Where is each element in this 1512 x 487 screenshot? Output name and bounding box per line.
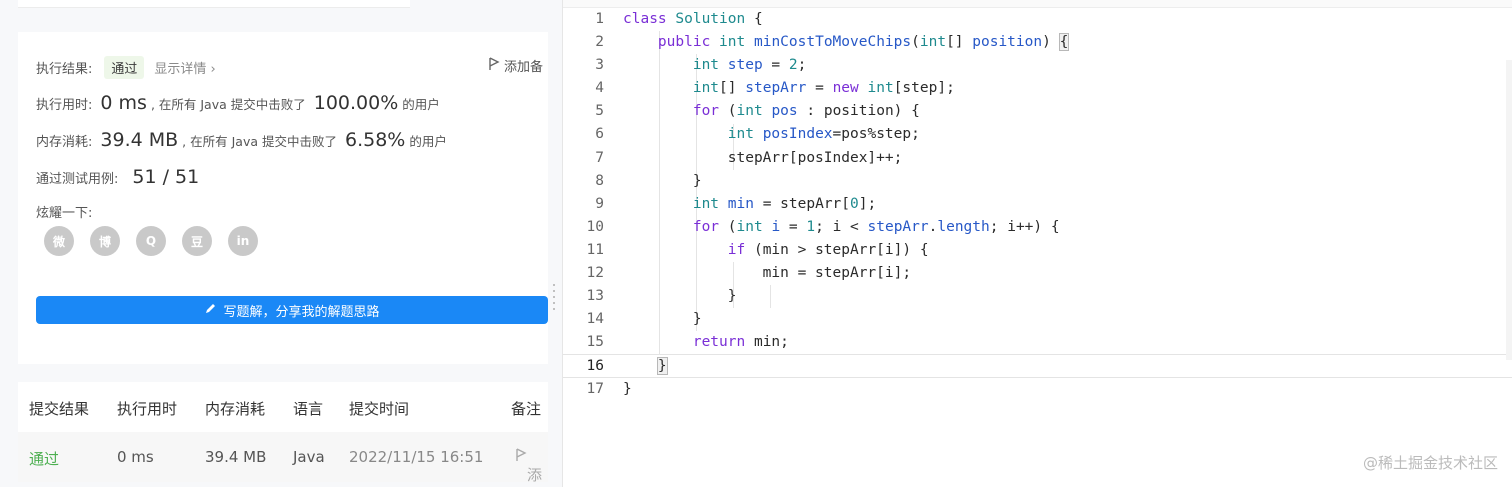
show-details-link[interactable]: 显示详情 › [154,58,215,77]
result-card: 执行结果: 通过 显示详情 › 添加备 执行用时: 0 ms , 在所有 Jav… [18,32,548,364]
code-line: 4 int[] stepArr = new int[step]; [595,80,955,97]
share-row-label: 炫耀一下: [36,202,92,221]
result-panel: 执行结果: 通过 显示详情 › 添加备 执行用时: 0 ms , 在所有 Jav… [0,0,548,487]
code-line-active: 16 } [563,354,1512,378]
row-language: Java [293,448,325,466]
status-label: 执行结果: [36,62,93,77]
code-line: 3 int step = 2; [595,57,807,74]
col-language: 语言 [293,400,324,418]
submission-table: 提交结果 执行用时 内存消耗 语言 提交时间 备注 通过 0 ms 39.4 M… [18,382,548,484]
col-runtime: 执行用时 [117,400,178,418]
code-line: 11 if (min > stepArr[i]) { [586,241,929,258]
col-result: 提交结果 [29,400,90,418]
flag-icon [516,448,527,461]
code-line: 6 int posIndex=pos%step; [595,126,920,143]
write-solution-button[interactable]: 写题解，分享我的解题思路 [36,296,548,324]
watermark: @稀土掘金技术社区 [1362,454,1498,472]
top-strip [18,0,410,8]
row-note[interactable]: 添 [515,448,542,484]
memory-row: 内存消耗: 39.4 MB , 在所有 Java 提交中击败了 6.58% 的用… [36,129,447,151]
douban-icon[interactable]: 豆 [182,226,212,256]
code-line: 15 return min; [586,334,789,351]
code-line: 2 public int minCostToMoveChips(int[] po… [595,33,1070,52]
col-memory: 内存消耗 [205,400,266,418]
memory-label: 内存消耗: [36,135,93,150]
row-result[interactable]: 通过 [29,448,59,469]
pencil-icon [204,302,217,319]
row-runtime: 0 ms [117,448,154,466]
row-memory: 39.4 MB [205,448,267,466]
qq-icon[interactable]: Q [136,226,166,256]
submission-header: 提交结果 执行用时 内存消耗 语言 提交时间 备注 [18,398,548,420]
memory-value: 39.4 MB [100,129,179,151]
share-label: 炫耀一下: [36,206,93,221]
code-line: 12 min = stepArr[i]; [586,265,912,282]
runtime-value: 0 ms [100,92,147,114]
flag-icon [488,56,500,75]
tests-value: 51 / 51 [132,166,200,188]
linkedin-icon[interactable]: in [228,226,258,256]
code-line: 10 for (int i = 1; i < stepArr.length; i… [586,218,1060,235]
add-note-button[interactable]: 添加备 [488,56,543,75]
tests-row: 通过测试用例: 51 / 51 [36,166,203,188]
tests-label: 通过测试用例: [36,172,119,187]
status-badge: 通过 [104,56,145,79]
weibo-icon[interactable]: 博 [90,226,120,256]
runtime-percent: 100.00% [313,92,399,114]
code-line: 14 } [586,311,702,328]
editor-scrollbar[interactable] [1506,60,1512,360]
page: 执行结果: 通过 显示详情 › 添加备 执行用时: 0 ms , 在所有 Jav… [0,0,1512,487]
code-line: 8 } [595,172,702,189]
code-editor[interactable]: 1 class Solution { 2 public int minCostTo… [562,0,1512,487]
code-area[interactable]: 1 class Solution { 2 public int minCostTo… [563,8,1512,401]
memory-tail: 的用户 [409,134,447,149]
code-line: 13 } [586,288,737,305]
row-note-label: 添 [527,466,543,484]
status-row: 执行结果: 通过 显示详情 › [36,56,216,79]
memory-mid: , 在所有 Java 提交中击败了 [182,134,337,149]
panel-splitter[interactable] [552,280,556,330]
add-note-label: 添加备 [504,60,544,75]
share-icons: 微 博 Q 豆 in [44,226,258,256]
wechat-icon[interactable]: 微 [44,226,74,256]
memory-percent: 6.58% [344,129,406,151]
code-line: 7 stepArr[posIndex]++; [595,149,903,166]
runtime-mid: , 在所有 Java 提交中击败了 [150,97,306,112]
runtime-row: 执行用时: 0 ms , 在所有 Java 提交中击败了 100.00% 的用户 [36,92,440,114]
runtime-tail: 的用户 [402,97,440,112]
code-line: 9 int min = stepArr[0]; [595,195,877,212]
write-solution-label: 写题解，分享我的解题思路 [223,304,380,320]
code-line: 1 class Solution { [595,11,763,27]
code-line: 17} [586,380,632,397]
runtime-label: 执行用时: [36,98,93,113]
row-time: 2022/11/15 16:51 [349,448,484,466]
col-note: 备注 [511,400,542,418]
table-row[interactable]: 通过 0 ms 39.4 MB Java 2022/11/15 16:51 添 [18,432,548,484]
col-time: 提交时间 [349,400,410,418]
code-line: 5 for (int pos : position) { [595,103,920,120]
editor-top-strip [563,0,1512,8]
